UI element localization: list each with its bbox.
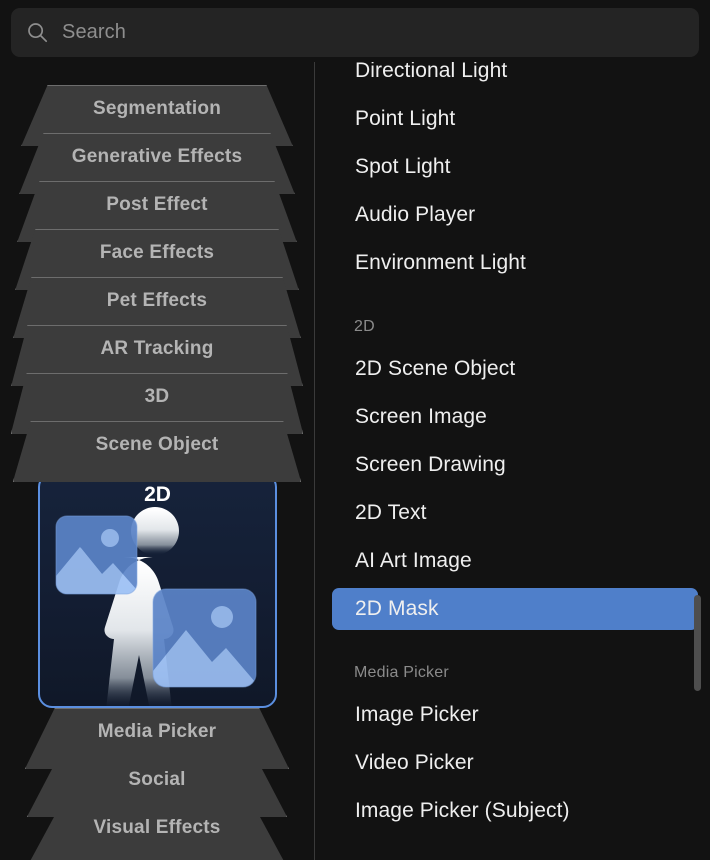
list-item-label: Audio Player bbox=[355, 203, 476, 226]
list-item-label: Screen Image bbox=[355, 405, 487, 428]
sidebar-item-scene-object[interactable]: Scene Object bbox=[0, 421, 314, 482]
list-section-header: Media Picker bbox=[354, 664, 449, 681]
sidebar-item-label: 3D bbox=[144, 386, 170, 407]
component-list: Directional Light Point Light Spot Light Au… bbox=[315, 62, 710, 860]
search-bar[interactable] bbox=[11, 8, 699, 57]
list-item[interactable]: Image Picker bbox=[332, 694, 698, 736]
list-section-header: 2D bbox=[354, 318, 375, 335]
sidebar-item-label: Post Effect bbox=[106, 194, 208, 215]
list-item-label: Video Picker bbox=[355, 751, 474, 774]
list-item-label: 2D Mask bbox=[355, 597, 439, 620]
sidebar-selected-label: 2D bbox=[144, 483, 171, 506]
list-item-label: 2D Scene Object bbox=[355, 357, 516, 380]
sidebar-item-label: AR Tracking bbox=[100, 338, 214, 359]
sidebar-item-2d-selected[interactable]: 2D bbox=[38, 473, 277, 708]
list-item-label: Directional Light bbox=[355, 62, 508, 82]
list-item-label: Image Picker (Subject) bbox=[355, 799, 570, 822]
list-item[interactable]: Image Picker (Subject) bbox=[332, 790, 698, 832]
list-item-label: Environment Light bbox=[355, 251, 526, 274]
list-item-label: Screen Drawing bbox=[355, 453, 506, 476]
asset-browser-panel: Segmentation Generative Effects Post Effec… bbox=[0, 0, 710, 860]
list-item[interactable]: Screen Image bbox=[332, 396, 698, 438]
person-with-two-images-icon bbox=[55, 507, 257, 706]
search-input[interactable] bbox=[62, 21, 683, 44]
list-item[interactable]: Video Picker bbox=[332, 742, 698, 784]
sidebar-item-label: Media Picker bbox=[97, 721, 217, 742]
list-item[interactable]: 2D Scene Object bbox=[332, 348, 698, 390]
list-item-label: Spot Light bbox=[355, 155, 451, 178]
list-item[interactable]: Screen Drawing bbox=[332, 444, 698, 486]
sidebar-item-label: Social bbox=[128, 769, 186, 790]
sidebar-item-label: Face Effects bbox=[99, 242, 215, 263]
list-item-label: AI Art Image bbox=[355, 549, 472, 572]
sidebar-item-label: Segmentation bbox=[92, 98, 222, 119]
list-item[interactable]: Audio Player bbox=[332, 194, 698, 236]
list-item[interactable]: AI Art Image bbox=[332, 540, 698, 582]
category-tab-stack: Segmentation Generative Effects Post Effec… bbox=[0, 64, 314, 860]
list-item[interactable]: 2D Mask bbox=[332, 588, 698, 630]
search-icon bbox=[27, 22, 48, 43]
sidebar-item-media-picker[interactable]: Media Picker bbox=[0, 708, 314, 769]
sidebar-item-label: Scene Object bbox=[95, 434, 219, 455]
sidebar-item-label: Generative Effects bbox=[71, 146, 243, 167]
list-item-label: Point Light bbox=[355, 107, 456, 130]
list-item[interactable]: Directional Light bbox=[332, 62, 698, 92]
list-item[interactable]: Point Light bbox=[332, 98, 698, 140]
list-item[interactable]: Spot Light bbox=[332, 146, 698, 188]
sidebar-item-label: Pet Effects bbox=[106, 290, 208, 311]
list-item[interactable]: 2D Text bbox=[332, 492, 698, 534]
list-scrollbar-thumb[interactable] bbox=[694, 595, 701, 691]
list-item-label: 2D Text bbox=[355, 501, 427, 524]
list-item-label: Image Picker bbox=[355, 703, 479, 726]
sidebar-item-label: Visual Effects bbox=[93, 817, 221, 838]
list-item[interactable]: Environment Light bbox=[332, 242, 698, 284]
